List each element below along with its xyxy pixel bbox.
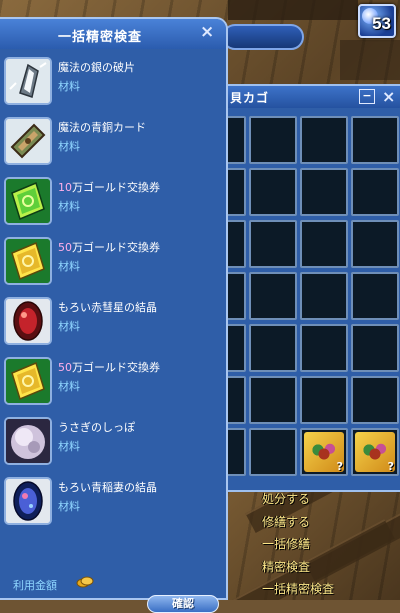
item-type: 材料 [58,500,80,513]
basket-slot[interactable] [300,116,348,164]
coin-icon [76,576,94,588]
item-name: 魔法の銀の破片 [58,61,135,74]
basket-slot[interactable] [249,428,297,476]
bulk-inspect-window: 一括精密検査 × 魔法の銀の破片 材料 魔法の青銅カード 材料 10万ゴールド交… [0,17,228,613]
basket-slot[interactable] [249,168,297,216]
item-type: 材料 [58,380,80,393]
basket-slot[interactable] [351,220,399,268]
basket-slot[interactable] [300,272,348,320]
item-name: 50万ゴールド交換券 [58,361,160,374]
gold-ticket-icon [4,357,52,405]
item-type: 材料 [58,140,80,153]
green-ticket-icon [4,177,52,225]
basket-slot[interactable] [300,220,348,268]
basket-slot[interactable] [351,428,399,476]
basket-slot[interactable] [351,116,399,164]
menu-item-repair[interactable]: 修繕する [262,511,382,534]
item-type: 材料 [58,320,80,333]
basket-item-icon [355,432,395,473]
fee-label: 利用金額 [13,579,57,592]
basket-slot[interactable] [351,376,399,424]
item-name: 10万ゴールド交換券 [58,181,160,194]
bronze-card-icon [4,117,52,165]
context-menu: 処分する 修繕する 一括修繕 精密検査 一括精密検査 [262,488,382,601]
list-item[interactable]: もろい赤彗星の結晶 材料 [2,296,212,356]
basket-slot[interactable] [249,116,297,164]
item-name: 魔法の青銅カード [58,121,146,134]
basket-window: 貝カゴ − × [198,84,400,492]
panel-header: 一括精密検査 × [0,19,226,49]
item-type: 材料 [58,200,80,213]
item-type: 材料 [58,440,80,453]
item-name: もろい赤彗星の結晶 [58,301,157,314]
confirm-button[interactable]: 確認 [147,595,219,613]
minimize-icon[interactable]: − [359,89,375,104]
list-item[interactable]: うさぎのしっぽ 材料 [2,416,212,476]
rabbit-tail-icon [4,417,52,465]
menu-item-bulk-inspect[interactable]: 一括精密検査 [262,578,382,601]
item-name: 50万ゴールド交換券 [58,241,160,254]
basket-header: 貝カゴ − × [224,86,400,108]
silver-shard-icon [4,57,52,105]
list-item[interactable]: 10万ゴールド交換券 材料 [2,176,212,236]
basket-slot[interactable] [249,220,297,268]
basket-slot[interactable] [351,324,399,372]
list-item[interactable]: 魔法の青銅カード 材料 [2,116,212,176]
basket-slot[interactable] [249,324,297,372]
menu-item-bulk-repair[interactable]: 一括修繕 [262,533,382,556]
gold-ticket-icon [4,237,52,285]
basket-title: 貝カゴ [230,91,270,105]
item-name: もろい青稲妻の結晶 [58,481,157,494]
menu-item-dispose[interactable]: 処分する [262,488,382,511]
close-icon[interactable]: × [382,87,395,106]
list-item[interactable]: 魔法の銀の破片 材料 [2,56,212,116]
basket-slot[interactable] [300,376,348,424]
level-badge[interactable]: 53 [358,4,396,38]
basket-slot[interactable] [249,272,297,320]
menu-item-inspect[interactable]: 精密検査 [262,556,382,579]
item-list: 魔法の銀の破片 材料 魔法の青銅カード 材料 10万ゴールド交換券 材料 50万… [2,56,212,536]
top-status-bar [222,24,304,50]
item-type: 材料 [58,80,80,93]
blue-crystal-icon [4,477,52,525]
item-name: うさぎのしっぽ [58,421,135,434]
list-item[interactable]: 50万ゴールド交換券 材料 [2,236,212,296]
basket-slot[interactable] [351,272,399,320]
basket-slot[interactable] [249,376,297,424]
list-item[interactable]: 50万ゴールド交換券 材料 [2,356,212,416]
panel-title: 一括精密検査 [57,30,142,45]
level-number: 53 [372,14,391,33]
basket-item-icon [304,432,344,473]
basket-slot[interactable] [300,168,348,216]
basket-slot[interactable] [351,168,399,216]
item-type: 材料 [58,260,80,273]
list-item[interactable]: もろい青稲妻の結晶 材料 [2,476,212,536]
close-icon[interactable]: × [200,22,214,42]
red-crystal-icon [4,297,52,345]
basket-slot[interactable] [300,324,348,372]
basket-slot[interactable] [300,428,348,476]
